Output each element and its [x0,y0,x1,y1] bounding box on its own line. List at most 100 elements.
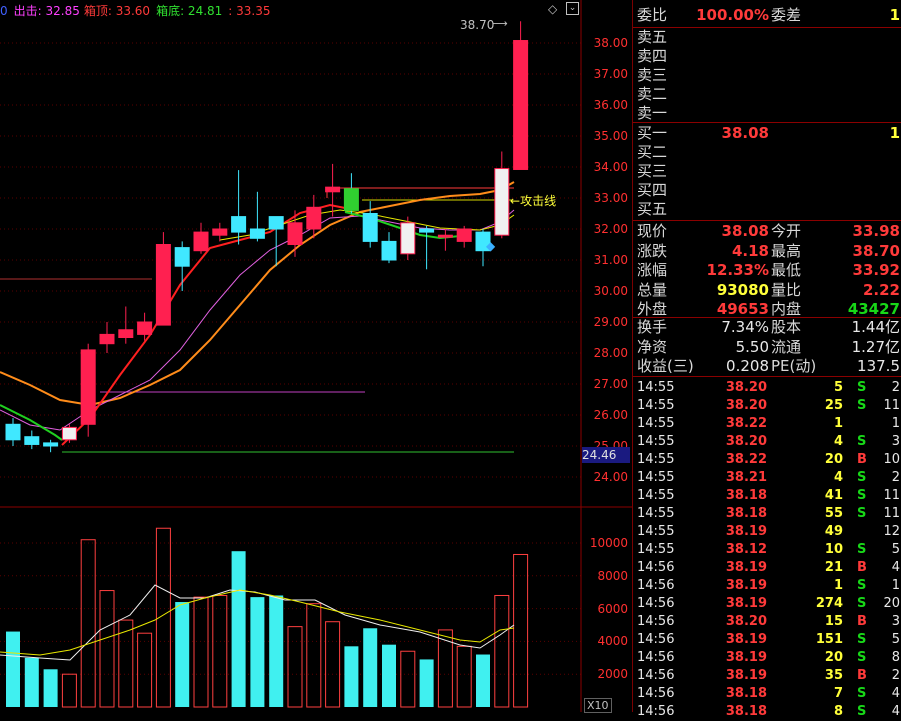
peak-arrow-icon: ⟶ [492,17,508,30]
volume-bar [456,645,472,708]
tick-count: 3 [891,434,900,449]
tick-time: 14:55 [637,434,675,449]
tick-time: 14:55 [637,452,675,467]
ma-pink-line [0,209,515,431]
tick-time: 14:56 [637,632,675,647]
bid-row[interactable]: 买二 [637,143,901,162]
stat-row: 总量 93080 量比 2.22 [637,281,901,300]
volume-bar [325,621,341,708]
kline-chart-area[interactable]: 0 出击: 32.85 箱顶: 33.60 箱底: 24.81: 33.35 ◇ ⌄ … [0,0,632,713]
stat-label: 今开 [771,222,802,240]
candle-body [118,329,134,338]
price-tick-label: 29.00 [593,315,628,329]
price-tick-label: 35.00 [593,129,628,143]
bid-row[interactable]: 买四 [637,181,901,200]
tick-price: 38.18 [725,488,767,503]
volume-tick-label: 2000 [597,667,628,682]
volume-bar [419,659,434,707]
ask-row[interactable]: 卖四 [637,47,901,66]
tick-row: 14:56 38.18 8 S 4 [637,703,901,721]
volume-bar [212,594,228,708]
fundamental-row: 净资 5.50 流通 1.27亿 [637,338,901,357]
bid-row[interactable]: 买三 [637,162,901,181]
tick-count: 11 [883,506,900,521]
fundamental-label: 换手 [637,318,668,336]
tick-price: 38.19 [725,578,767,593]
candle-body [343,188,359,211]
volume-bar [24,657,39,707]
tick-side: S [857,596,867,611]
tick-count: 20 [883,596,900,611]
tick-volume: 49 [824,524,843,539]
price-tick-label: 38.00 [593,36,628,50]
volume-bar [6,631,20,707]
volume-bar [363,628,378,707]
tick-row: 14:56 38.19 35 B 2 [637,667,901,685]
volume-bar [382,644,396,707]
tick-time: 14:56 [637,704,675,719]
tick-row: 14:56 38.20 15 B 3 [637,613,901,631]
ask-label: 卖一 [637,104,668,122]
tick-count: 10 [883,452,900,467]
peak-price-label: 38.70 [460,18,495,32]
tick-time: 14:55 [637,524,675,539]
candle-body [400,222,416,255]
stat-value: 12.33% [706,261,769,279]
price-tick-label: 31.00 [593,253,628,267]
ask-row[interactable]: 卖三 [637,66,901,85]
tick-row: 14:56 38.19 151 S 5 [637,631,901,649]
candle-body [268,216,284,230]
tick-side: B [857,614,867,629]
tick-time: 14:56 [637,650,675,665]
bid-row[interactable]: 买一 38.08 1 [637,124,901,143]
candle-body [381,240,397,261]
fundamental-value: 0.208 [726,357,769,375]
stat-value: 33.92 [852,261,900,279]
tick-price: 38.12 [725,542,767,557]
volume-bar [513,553,529,708]
legend-prefix: 0 [0,4,8,18]
tick-volume: 25 [824,398,843,413]
weibi-row: 委比 100.00% 委差 1 [637,6,901,25]
tick-price: 38.18 [725,686,767,701]
tick-volume: 21 [824,560,843,575]
price-tick-label: 24.00 [593,470,628,484]
fundamental-label: PE(动) [771,357,817,375]
tick-side: B [857,668,867,683]
diamond-icon[interactable]: ◇ [548,2,557,16]
tick-count: 4 [891,560,900,575]
diamond-signal-icon: ◆ [486,239,496,253]
legend-xiangdi: 箱底: 24.81 [156,4,223,18]
ask-row[interactable]: 卖一 [637,104,901,123]
chevron-down-icon[interactable]: ⌄ [566,2,579,15]
tick-time: 14:56 [637,686,675,701]
ask-label: 卖四 [637,47,668,65]
tick-side: S [857,470,867,485]
tick-count: 1 [891,578,900,593]
tick-count: 1 [891,416,900,431]
bid-row[interactable]: 买五 [637,200,901,219]
tick-price: 38.20 [725,398,767,413]
volume-bar [43,669,58,707]
stat-value: 2.22 [862,280,900,299]
legend-extra: : 33.35 [228,4,271,18]
volume-bar [80,539,96,708]
candle-body [43,442,59,447]
tick-volume: 1 [833,416,843,431]
legend-chuji: 出击: 32.85 [13,4,80,18]
stat-value: 38.70 [852,241,900,260]
tick-side: B [857,452,867,467]
tick-volume: 1 [833,578,843,593]
ask-row[interactable]: 卖二 [637,85,901,104]
tick-row: 14:56 38.19 274 S 20 [637,595,901,613]
weibi-value: 100.00% [696,6,769,24]
ask-label: 卖五 [637,28,668,46]
tick-row: 14:55 38.12 10 S 5 [637,541,901,559]
ask-row[interactable]: 卖五 [637,28,901,47]
ask-label: 卖二 [637,85,668,103]
stat-label: 涨跌 [637,241,668,260]
tick-time: 14:56 [637,596,675,611]
kline-chart[interactable] [0,0,632,712]
tick-row: 14:56 38.19 21 B 4 [637,559,901,577]
price-tick-label: 37.00 [593,67,628,81]
